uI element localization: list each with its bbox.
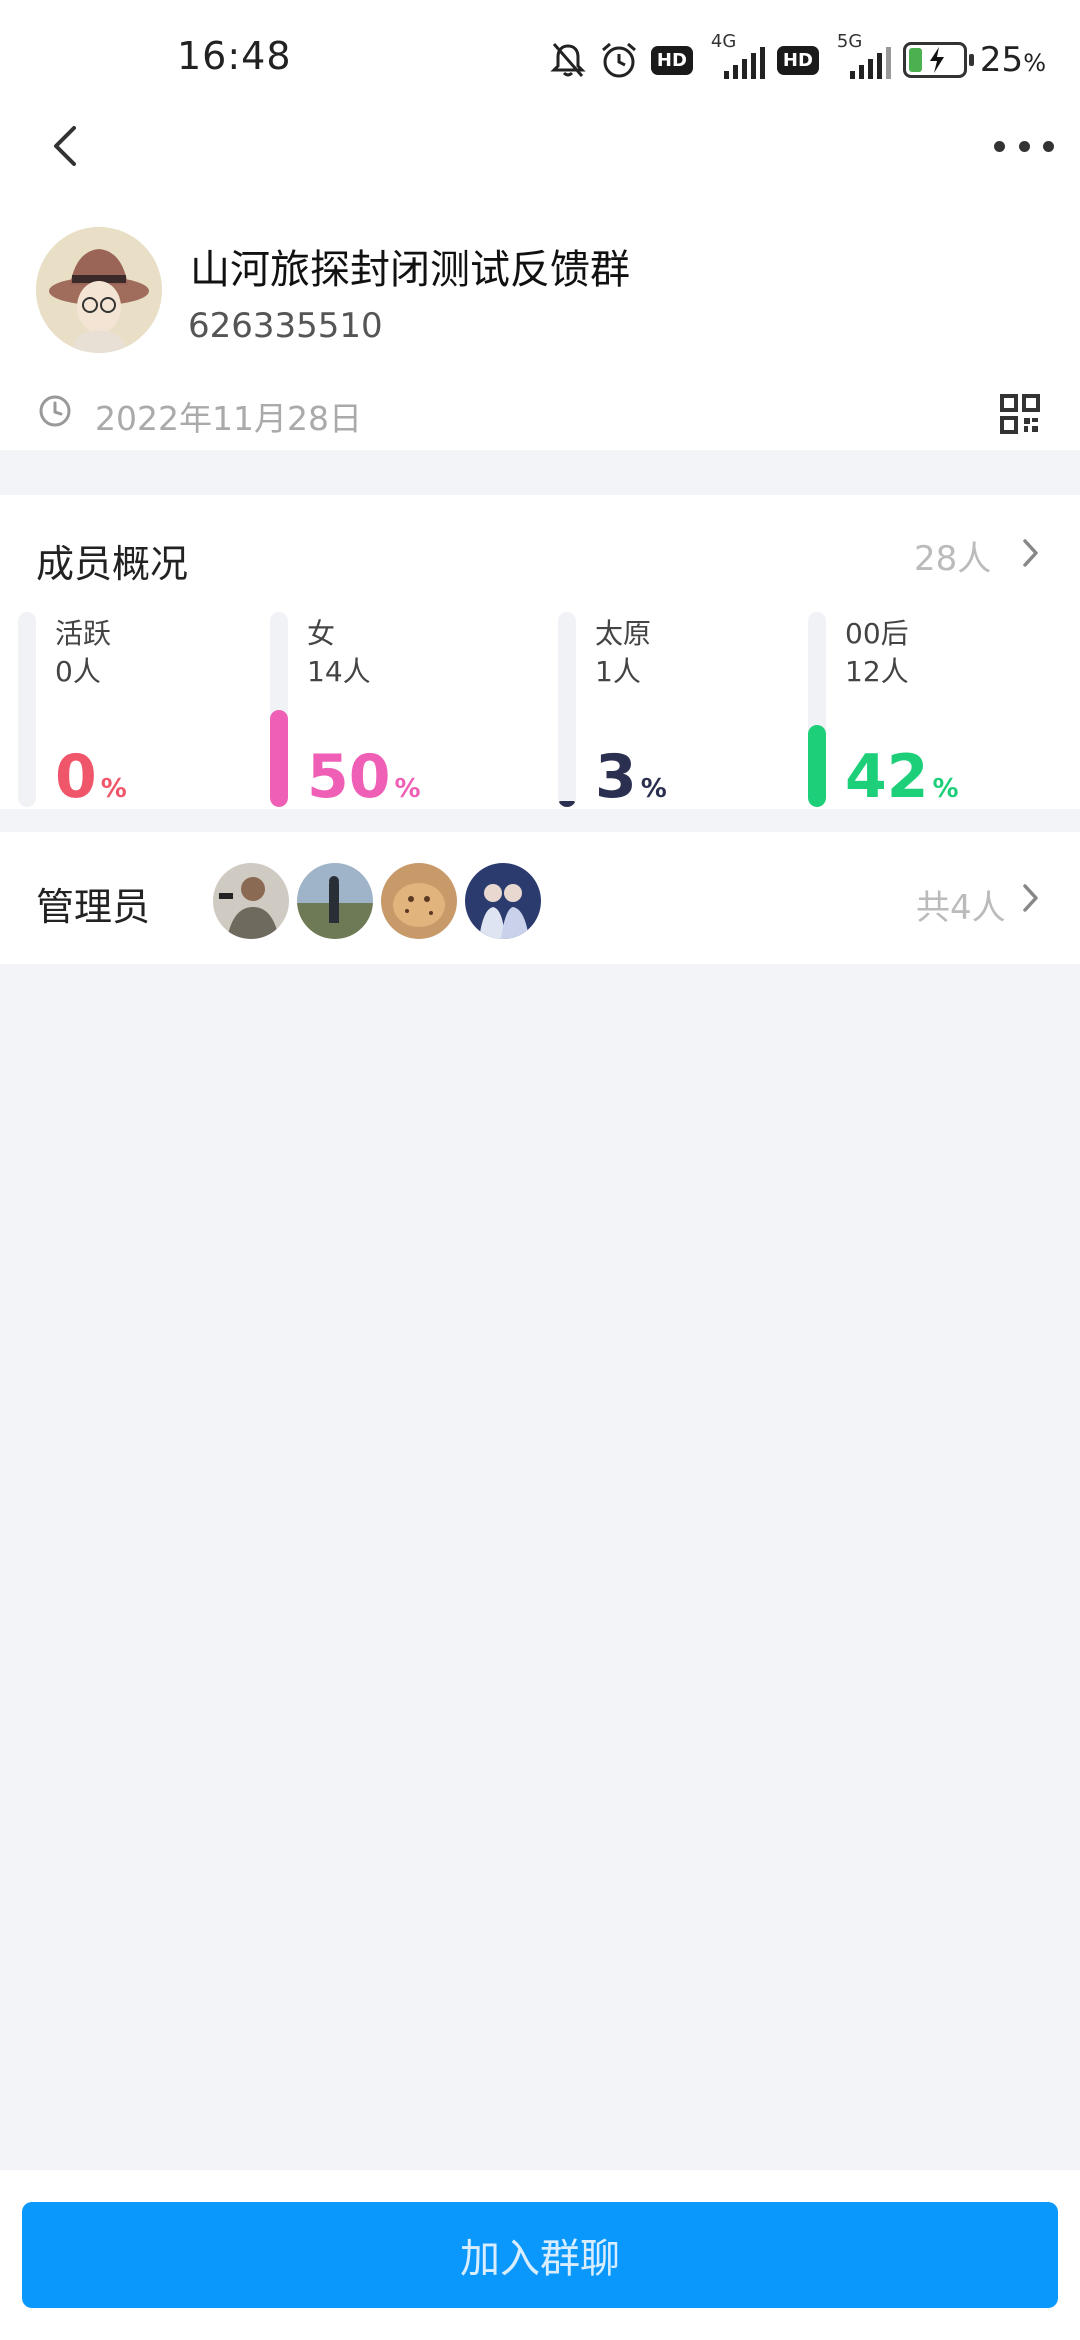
signal-5g: 5G xyxy=(831,31,891,83)
group-avatar-image xyxy=(36,227,162,353)
clock-icon xyxy=(38,394,72,428)
stat-label: 太原 xyxy=(595,617,652,650)
stat-female: 女 14人 50% xyxy=(270,612,520,807)
admin-avatar[interactable] xyxy=(294,860,376,942)
admin-avatar[interactable] xyxy=(378,860,460,942)
stat-label: 活跃 xyxy=(55,617,112,650)
stat-bar-track xyxy=(808,612,826,807)
group-avatar[interactable] xyxy=(36,227,162,353)
group-name: 山河旅探封闭测试反馈群 xyxy=(190,247,630,293)
stat-region: 太原 1人 3% xyxy=(558,612,808,807)
stat-active: 活跃 0人 0% xyxy=(18,612,268,807)
admins-count: 共4人 xyxy=(916,888,1006,928)
stat-bar-track xyxy=(558,612,576,807)
signal-bars-icon xyxy=(849,47,891,79)
admin-avatar[interactable] xyxy=(462,860,544,942)
alarm-icon xyxy=(601,42,636,78)
stat-bar-track xyxy=(18,612,36,807)
more-options-button[interactable] xyxy=(994,124,1054,168)
hd-badge-1: HD xyxy=(650,45,693,75)
admins-title: 管理员 xyxy=(36,885,151,929)
stat-percent: 42% xyxy=(845,742,959,812)
more-dots-icon xyxy=(994,140,1005,152)
stat-percent: 3% xyxy=(595,742,667,812)
chevron-right-icon[interactable] xyxy=(1020,535,1042,571)
stat-age: 00后 12人 42% xyxy=(808,612,1058,807)
status-icons: HD 4G HD 5G 25% xyxy=(549,30,1046,90)
join-group-button[interactable]: 加入群聊 xyxy=(22,2202,1058,2308)
admin-avatar[interactable] xyxy=(210,860,292,942)
stat-bar-fill xyxy=(270,709,288,807)
status-time: 16:48 xyxy=(177,34,292,78)
stat-bar-fill xyxy=(558,801,576,807)
back-button[interactable] xyxy=(40,118,90,174)
chevron-right-icon[interactable] xyxy=(1020,880,1042,916)
signal-bars-icon xyxy=(723,47,765,79)
member-count: 28人 xyxy=(914,539,992,579)
created-date: 2022年11月28日 xyxy=(95,399,362,438)
stat-label: 女 xyxy=(307,617,336,650)
signal-4g: 4G xyxy=(705,31,765,83)
stat-label: 00后 xyxy=(845,617,909,650)
member-overview-title: 成员概况 xyxy=(36,542,189,586)
stat-count: 14人 xyxy=(307,655,371,688)
battery-icon xyxy=(902,42,967,78)
admin-avatars xyxy=(210,860,546,942)
stat-percent: 0% xyxy=(55,742,127,812)
mute-bell-icon xyxy=(550,43,586,77)
stat-count: 0人 xyxy=(55,655,101,688)
battery-fill xyxy=(908,48,922,72)
chevron-left-icon xyxy=(54,126,76,166)
hd-badge-2: HD xyxy=(776,45,819,75)
battery-percent: 25% xyxy=(979,40,1046,80)
group-id: 626335510 xyxy=(188,306,383,346)
stat-count: 12人 xyxy=(845,655,909,688)
charging-bolt-icon xyxy=(929,47,944,73)
qr-code-icon[interactable] xyxy=(1000,394,1040,434)
stat-percent: 50% xyxy=(307,742,421,812)
stat-bar-fill xyxy=(808,725,826,807)
battery-indicator: 25% xyxy=(902,40,1046,80)
stat-count: 1人 xyxy=(595,655,641,688)
stat-bar-track xyxy=(270,612,288,807)
